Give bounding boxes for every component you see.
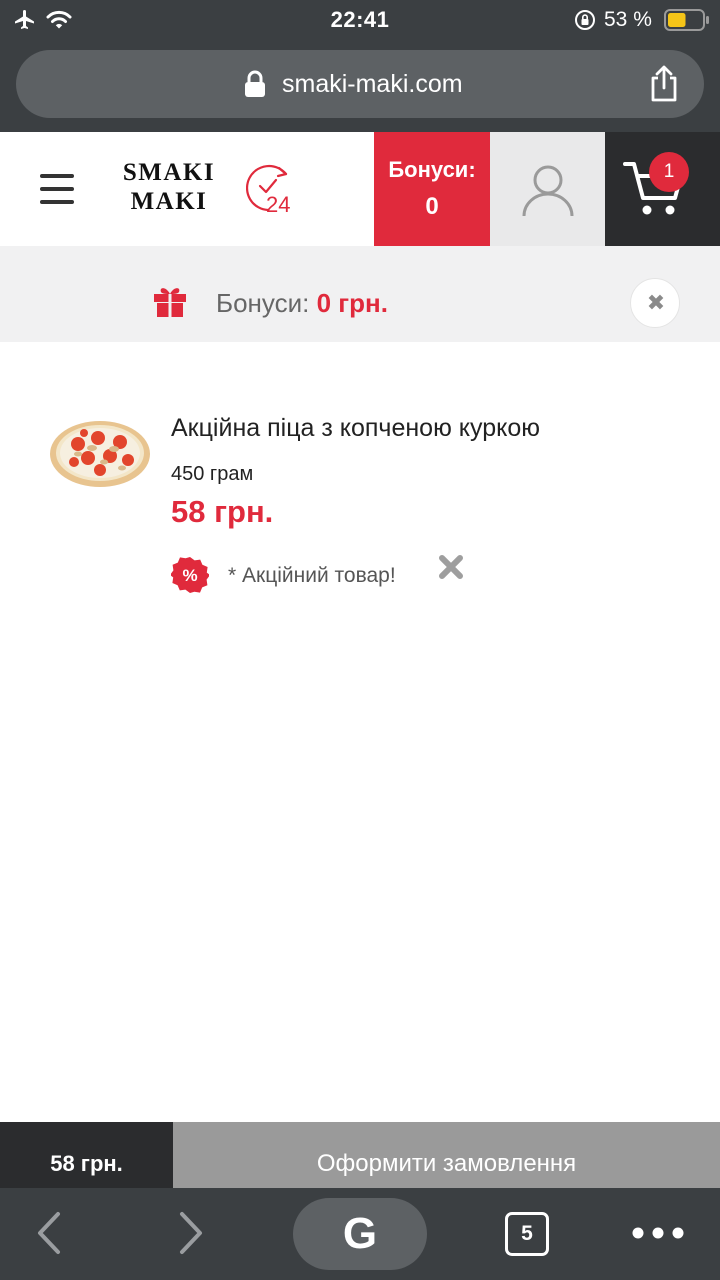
- promo-badge-glyph: %: [182, 566, 197, 585]
- cart-item: Акційна піца з копченою куркою 450 грам …: [0, 342, 720, 642]
- bonus-banner-currency: грн.: [338, 288, 388, 318]
- tabs-icon[interactable]: 5: [505, 1212, 549, 1256]
- checkout-button[interactable]: Оформити замовлення: [173, 1122, 720, 1188]
- product-price: 58 грн.: [171, 494, 274, 529]
- cart-count-badge: 1: [649, 152, 689, 192]
- address-bar[interactable]: smaki-maki.com: [16, 50, 704, 118]
- user-icon: [522, 165, 574, 217]
- percent-badge-icon: %: [171, 557, 209, 593]
- share-icon[interactable]: [646, 64, 682, 104]
- promo-note: * Акційний товар!: [228, 564, 396, 587]
- product-image[interactable]: [48, 416, 152, 490]
- clock-24-icon: 24: [246, 164, 290, 217]
- orientation-lock-icon: [575, 10, 595, 30]
- google-icon: G: [342, 1209, 378, 1258]
- bonus-banner-text: Бонуси: 0 грн.: [216, 288, 388, 319]
- close-icon: ✖: [646, 290, 666, 315]
- site-header: SMAKI MAKI 24 Бонуси: 0 1: [0, 132, 720, 246]
- browser-bottom-toolbar: G 5: [0, 1188, 720, 1280]
- cart-button[interactable]: 1: [605, 132, 720, 246]
- site-logo[interactable]: SMAKI MAKI: [114, 158, 224, 216]
- close-bonus-banner-button[interactable]: ✖: [630, 278, 680, 328]
- hamburger-icon[interactable]: [32, 168, 80, 212]
- product-title[interactable]: Акційна піца з копченою куркою: [171, 414, 540, 443]
- product-weight: 450 грам: [171, 463, 254, 485]
- bonus-banner-amount: 0: [316, 288, 332, 318]
- battery-icon: [664, 9, 709, 31]
- logo-line-1: SMAKI: [122, 159, 216, 186]
- bonus-banner-label: Бонуси:: [216, 288, 310, 318]
- padlock-icon: [245, 70, 265, 97]
- checkout-bar: 58 грн. Оформити замовлення: [0, 1122, 720, 1188]
- bonus-tile-value: 0: [425, 193, 439, 220]
- bonus-banner: Бонуси: 0 грн. ✖: [0, 246, 720, 342]
- battery-percent: 53 %: [604, 8, 652, 31]
- address-bar-url: smaki-maki.com: [282, 70, 463, 98]
- clock-number: 24: [266, 192, 290, 217]
- forward-icon[interactable]: [172, 1210, 208, 1256]
- more-icon[interactable]: [628, 1218, 688, 1248]
- google-search-button[interactable]: G: [293, 1198, 427, 1270]
- back-icon[interactable]: [32, 1210, 68, 1256]
- account-button[interactable]: [490, 132, 605, 246]
- remove-item-button[interactable]: [438, 554, 464, 580]
- status-bar: 22:41 53 %: [0, 0, 720, 40]
- logo-line-2: MAKI: [130, 188, 208, 215]
- order-total: 58 грн.: [0, 1122, 173, 1188]
- gift-icon: [154, 288, 186, 318]
- bonus-tile-label: Бонуси:: [388, 157, 476, 182]
- bonus-button[interactable]: Бонуси: 0: [374, 132, 490, 246]
- browser-toolbar: smaki-maki.com: [0, 40, 720, 132]
